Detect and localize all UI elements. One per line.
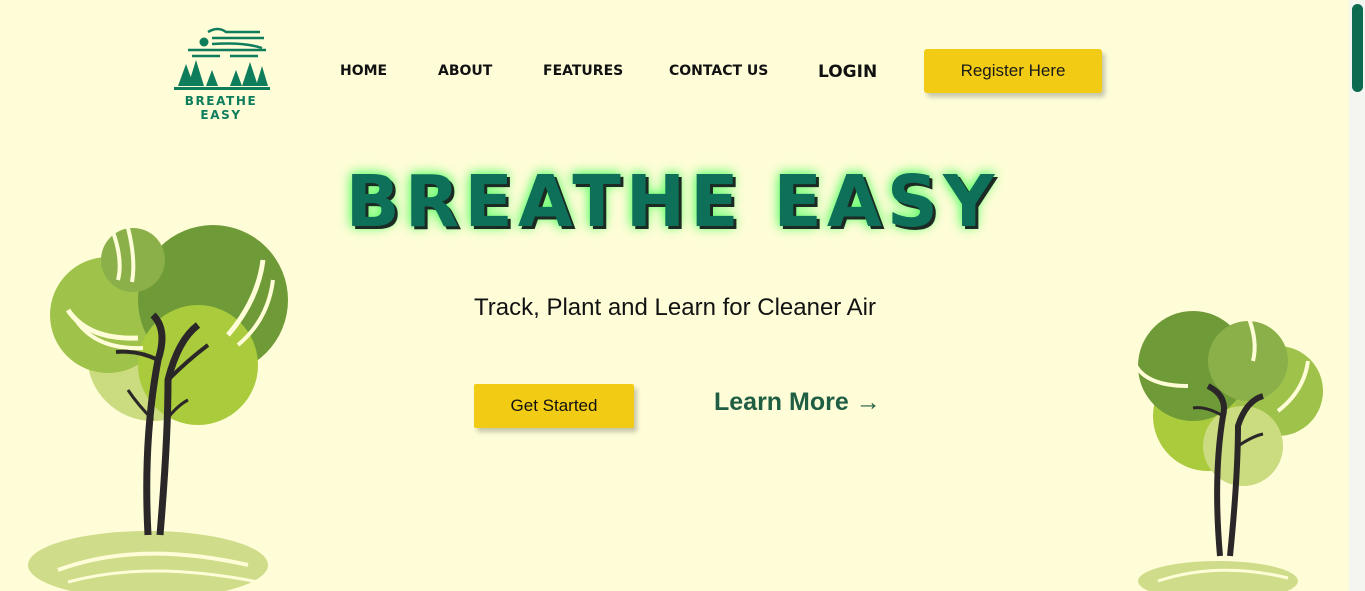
- get-started-button[interactable]: Get Started: [474, 384, 634, 428]
- page-scrollbar[interactable]: [1349, 0, 1365, 591]
- nav-home-link[interactable]: HOME: [340, 63, 387, 79]
- scrollbar-thumb[interactable]: [1352, 4, 1363, 92]
- brand-logo[interactable]: BREATHE EASY: [166, 26, 276, 122]
- hero-title: BREATHE EASY: [345, 160, 1000, 243]
- nav-features-link[interactable]: FEATURES: [543, 63, 623, 79]
- tree-right-illustration: [1134, 311, 1323, 591]
- nav-contact-link[interactable]: CONTACT US: [669, 63, 768, 79]
- tree-left-illustration: [28, 225, 288, 591]
- brand-name: BREATHE EASY: [184, 94, 258, 122]
- nav-login-link[interactable]: LOGIN: [818, 62, 877, 82]
- forest-wind-logo-icon: [174, 27, 270, 90]
- register-button[interactable]: Register Here: [924, 49, 1102, 93]
- hero-tagline: Track, Plant and Learn for Cleaner Air: [474, 294, 876, 321]
- nav-about-link[interactable]: ABOUT: [438, 63, 492, 79]
- learn-more-link[interactable]: Learn More →: [714, 388, 881, 417]
